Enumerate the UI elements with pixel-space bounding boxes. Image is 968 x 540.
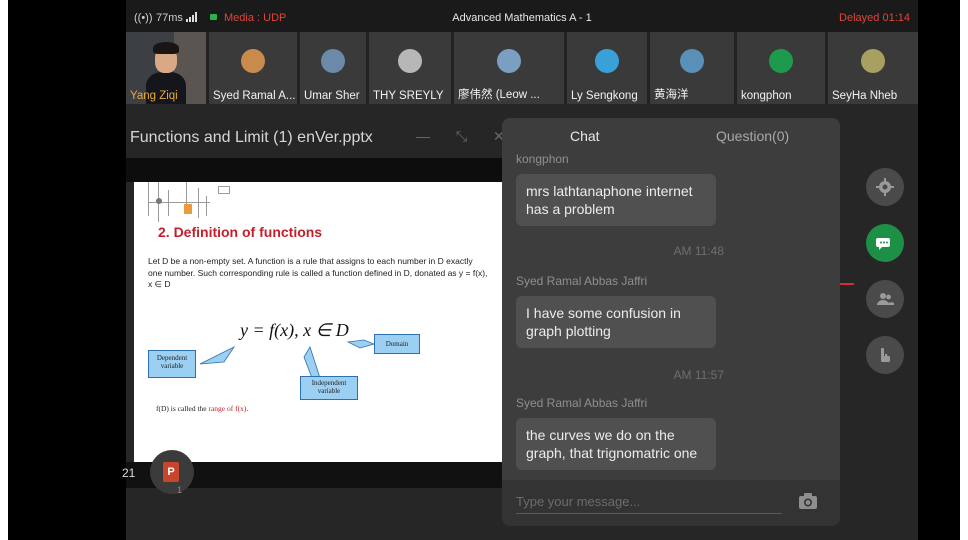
left-letterbox xyxy=(8,0,126,540)
avatar xyxy=(241,49,265,73)
participant-tile[interactable]: Ly Sengkong xyxy=(567,32,647,104)
avatar xyxy=(398,49,422,73)
right-letterbox xyxy=(918,0,960,540)
raise-hand-button[interactable] xyxy=(866,336,904,374)
slide-range-text: f(D) is called the range of f(x). xyxy=(156,404,248,413)
avatar xyxy=(680,49,704,73)
page-number: 21 xyxy=(122,466,136,480)
participant-name: Yang Ziqi xyxy=(130,90,178,102)
settings-button[interactable] xyxy=(866,168,904,206)
participant-tile[interactable]: SeyHa Nheb xyxy=(828,32,918,104)
avatar xyxy=(769,49,793,73)
message-sender: kongphon xyxy=(516,152,569,166)
settings-icon xyxy=(876,178,894,196)
participant-name: Ly Sengkong xyxy=(571,90,638,102)
participant-name: Umar Sher xyxy=(304,90,360,102)
independent-callout: Independent variable xyxy=(300,376,358,400)
participant-name: 黄海洋 xyxy=(654,89,689,101)
range-highlight: range of f(x) xyxy=(208,404,247,413)
avatar xyxy=(595,49,619,73)
screen: ((•)) 77ms Media : UDP Advanced Mathemat… xyxy=(8,0,960,540)
participant-name: THY SREYLY xyxy=(373,90,444,102)
chat-message: I have some confusion in graph plotting xyxy=(516,296,716,348)
chat-input-row: Type your message... xyxy=(502,480,840,526)
participant-tile[interactable]: Yang Ziqi xyxy=(126,32,206,104)
presentation-header-bar xyxy=(126,158,502,182)
domain-callout: Domain xyxy=(374,334,420,354)
status-bar: ((•)) 77ms Media : UDP Advanced Mathemat… xyxy=(126,0,918,32)
avatar xyxy=(861,49,885,73)
tab-chat[interactable]: Chat xyxy=(570,128,600,144)
avatar xyxy=(321,49,345,73)
participant-name: 廖伟然 (Leow ... xyxy=(458,89,540,101)
dependent-callout: Dependent variable xyxy=(148,350,196,378)
chat-message: mrs lathtanaphone internet has a problem xyxy=(516,174,716,226)
participant-tile[interactable]: 黄海洋 xyxy=(650,32,734,104)
message-sender: Syed Ramal Abbas Jaffri xyxy=(516,396,648,410)
chat-button[interactable] xyxy=(866,224,904,262)
participant-tile[interactable]: THY SREYLY xyxy=(369,32,451,104)
participants-icon xyxy=(877,293,894,305)
raise-hand-icon xyxy=(881,348,890,362)
participant-tile[interactable]: Syed Ramal A... xyxy=(209,32,297,104)
minimize-icon[interactable]: — xyxy=(416,128,430,144)
range-suffix: . xyxy=(246,404,249,413)
message-time: AM 11:57 xyxy=(673,368,724,382)
participant-tile[interactable]: 廖伟然 (Leow ... xyxy=(454,32,564,104)
expand-icon[interactable]: ⤡ xyxy=(456,128,467,144)
avatar xyxy=(497,49,521,73)
chat-panel: Chat Question(0) kongphon mrs lathtanaph… xyxy=(502,118,840,526)
meeting-app: ((•)) 77ms Media : UDP Advanced Mathemat… xyxy=(122,0,918,540)
participants-button[interactable] xyxy=(866,280,904,318)
ppt-count: 1 xyxy=(177,485,183,495)
chat-tabs: Chat Question(0) xyxy=(502,118,840,156)
ppt-file-icon[interactable]: P 1 xyxy=(150,450,194,495)
participant-strip[interactable]: Yang Ziqi Syed Ramal A... Umar Sher THY … xyxy=(126,32,918,104)
ppt-letter: P xyxy=(163,462,179,482)
message-sender: Syed Ramal Abbas Jaffri xyxy=(516,274,648,288)
participant-tile[interactable]: Umar Sher xyxy=(300,32,366,104)
participant-name: kongphon xyxy=(741,90,792,102)
participant-tile[interactable]: kongphon xyxy=(737,32,825,104)
camera-icon[interactable] xyxy=(798,492,818,510)
window-title: Advanced Mathematics A - 1 xyxy=(452,12,592,24)
message-time: AM 11:48 xyxy=(673,244,724,258)
chat-icon xyxy=(876,238,890,250)
shared-slide: 2. Definition of functions Let D be a no… xyxy=(134,182,502,462)
range-prefix: f(D) is called the xyxy=(156,404,209,413)
chat-message: the curves we do on the graph, that trig… xyxy=(516,418,716,470)
pointer-line xyxy=(840,283,854,285)
tab-question[interactable]: Question(0) xyxy=(716,128,789,144)
message-input[interactable]: Type your message... xyxy=(516,494,782,514)
delayed-timer: Delayed 01:14 xyxy=(839,12,910,24)
participant-name: SeyHa Nheb xyxy=(832,90,898,102)
participant-name: Syed Ramal A... xyxy=(213,90,296,102)
callout-arrows xyxy=(199,339,376,379)
